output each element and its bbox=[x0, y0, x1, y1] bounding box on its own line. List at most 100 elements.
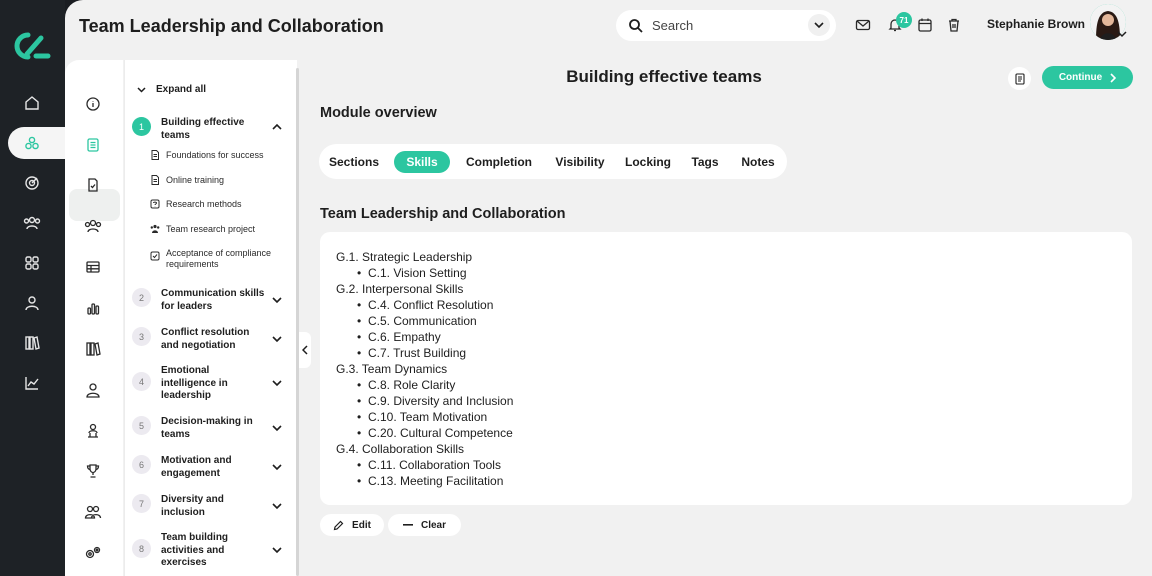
pair-icon[interactable] bbox=[82, 501, 104, 523]
skill-item: C.8. Role Clarity bbox=[336, 377, 513, 393]
lesson-item[interactable]: Team research project bbox=[150, 224, 297, 235]
chevron-down-icon[interactable] bbox=[272, 296, 282, 304]
module-number: 5 bbox=[132, 416, 151, 435]
search-input[interactable]: Search bbox=[652, 18, 693, 33]
module-tree: Expand all 1 Building effective teams Fo… bbox=[124, 60, 297, 576]
apps-icon[interactable] bbox=[17, 250, 47, 276]
app-title: Team Leadership and Collaboration bbox=[79, 16, 384, 36]
module-item-7[interactable]: 7 Diversity and inclusion bbox=[132, 494, 292, 519]
analytics-icon[interactable] bbox=[17, 370, 47, 396]
tab-visibility[interactable]: Visibility bbox=[547, 151, 613, 173]
module-title: Diversity and inclusion bbox=[161, 494, 224, 518]
module-title: Emotional intelligence in leadership bbox=[161, 365, 228, 401]
lesson-item[interactable]: Research methods bbox=[150, 199, 297, 210]
module-title: Communication skills for leaders bbox=[161, 288, 265, 312]
clear-button[interactable]: Clear bbox=[388, 514, 461, 536]
search-dropdown-button[interactable] bbox=[808, 14, 830, 36]
notebook-icon bbox=[1014, 72, 1025, 85]
expand-all-button[interactable]: Expand all bbox=[137, 84, 206, 95]
profile-icon[interactable] bbox=[17, 290, 47, 316]
module-overview-heading: Module overview bbox=[320, 105, 437, 121]
main-rail bbox=[0, 0, 72, 576]
lesson-icon[interactable] bbox=[82, 134, 104, 156]
continue-label: Continue bbox=[1058, 72, 1103, 83]
skill-item: C.6. Empathy bbox=[336, 329, 513, 345]
trophy-icon[interactable] bbox=[82, 460, 104, 482]
mail-icon[interactable] bbox=[855, 17, 871, 33]
continue-button[interactable]: Continue bbox=[1042, 66, 1133, 89]
skills-card: G.1. Strategic Leadership C.1. Vision Se… bbox=[320, 232, 1132, 505]
modules-icon[interactable] bbox=[17, 130, 47, 156]
tab-notes[interactable]: Notes bbox=[734, 151, 782, 173]
group-icon[interactable] bbox=[82, 215, 104, 237]
tab-locking[interactable]: Locking bbox=[619, 151, 677, 173]
tab-tags[interactable]: Tags bbox=[683, 151, 727, 173]
module-item-6[interactable]: 6 Motivation and engagement bbox=[132, 455, 292, 480]
trash-icon[interactable] bbox=[946, 17, 962, 33]
chart-icon[interactable] bbox=[82, 297, 104, 319]
module-title: Decision-making in teams bbox=[161, 416, 253, 440]
quiz-icon bbox=[150, 199, 160, 209]
tab-sections[interactable]: Sections bbox=[323, 151, 385, 173]
tree-scrollbar[interactable] bbox=[296, 68, 299, 576]
module-item-5[interactable]: 5 Decision-making in teams bbox=[132, 416, 292, 441]
collapse-panel-button[interactable] bbox=[299, 332, 311, 368]
chevron-down-icon[interactable] bbox=[272, 546, 282, 554]
settings-icon[interactable] bbox=[82, 542, 104, 564]
chevron-down-icon[interactable] bbox=[272, 463, 282, 471]
library-icon[interactable] bbox=[17, 330, 47, 356]
module-item-2[interactable]: 2 Communication skills for leaders bbox=[132, 288, 292, 313]
mentor-icon[interactable] bbox=[82, 420, 104, 442]
books-icon[interactable] bbox=[82, 338, 104, 360]
skill-item: C.10. Team Motivation bbox=[336, 409, 513, 425]
chevron-down-icon[interactable] bbox=[272, 502, 282, 510]
table-icon[interactable] bbox=[82, 256, 104, 278]
home-icon[interactable] bbox=[17, 90, 47, 116]
module-item-4[interactable]: 4 Emotional intelligence in leadership bbox=[132, 365, 292, 403]
edit-label: Edit bbox=[352, 519, 371, 531]
tab-completion[interactable]: Completion bbox=[459, 151, 539, 173]
module-item-8[interactable]: 8 Team building activities and exercises bbox=[132, 532, 292, 570]
chevron-left-icon bbox=[302, 345, 308, 355]
module-item-3[interactable]: 3 Conflict resolution and negotiation bbox=[132, 327, 292, 352]
skill-item: C.5. Communication bbox=[336, 313, 513, 329]
chevron-down-icon bbox=[137, 86, 146, 93]
chevron-down-icon[interactable] bbox=[272, 379, 282, 387]
skill-group: G.4. Collaboration Skills bbox=[336, 442, 465, 456]
pencil-icon bbox=[333, 520, 344, 530]
lesson-item[interactable]: Foundations for success bbox=[150, 150, 297, 161]
users-icon[interactable] bbox=[17, 210, 47, 236]
chevron-down-icon[interactable] bbox=[272, 424, 282, 432]
lesson-item[interactable]: Acceptance of compliance requirements bbox=[150, 248, 297, 270]
target-icon[interactable] bbox=[17, 170, 47, 196]
module-title: Team building activities and exercises bbox=[161, 532, 229, 568]
chevron-right-icon bbox=[1110, 72, 1117, 83]
skill-item: C.20. Cultural Competence bbox=[336, 425, 513, 441]
search-bar[interactable]: Search bbox=[616, 10, 836, 41]
notebook-button[interactable] bbox=[1008, 67, 1031, 90]
person-icon[interactable] bbox=[82, 379, 104, 401]
skill-item: C.9. Diversity and Inclusion bbox=[336, 393, 513, 409]
task-icon[interactable] bbox=[82, 174, 104, 196]
lesson-title: Online training bbox=[166, 175, 225, 185]
chevron-up-icon[interactable] bbox=[272, 123, 282, 131]
skills-section-title: Team Leadership and Collaboration bbox=[320, 206, 566, 222]
lesson-title: Team research project bbox=[166, 224, 256, 234]
tab-skills[interactable]: Skills bbox=[394, 151, 450, 173]
team-icon bbox=[150, 224, 160, 233]
chevron-down-icon[interactable] bbox=[272, 335, 282, 343]
user-menu-chevron-icon[interactable] bbox=[1117, 30, 1127, 38]
calendar-icon[interactable] bbox=[917, 17, 933, 33]
module-title: Building effective teams bbox=[161, 117, 245, 141]
document-icon bbox=[151, 175, 159, 185]
skill-item: C.13. Meeting Facilitation bbox=[336, 473, 513, 489]
info-icon[interactable] bbox=[82, 93, 104, 115]
module-number: 8 bbox=[132, 539, 151, 558]
edit-button[interactable]: Edit bbox=[320, 514, 384, 536]
main-surface: Team Leadership and Collaboration Search… bbox=[65, 0, 1152, 576]
module-item-1[interactable]: 1 Building effective teams bbox=[132, 117, 292, 142]
lesson-item[interactable]: Online training bbox=[150, 175, 297, 186]
lesson-title: Foundations for success bbox=[166, 150, 264, 160]
user-name[interactable]: Stephanie Brown bbox=[987, 17, 1085, 31]
minus-icon bbox=[402, 524, 413, 526]
